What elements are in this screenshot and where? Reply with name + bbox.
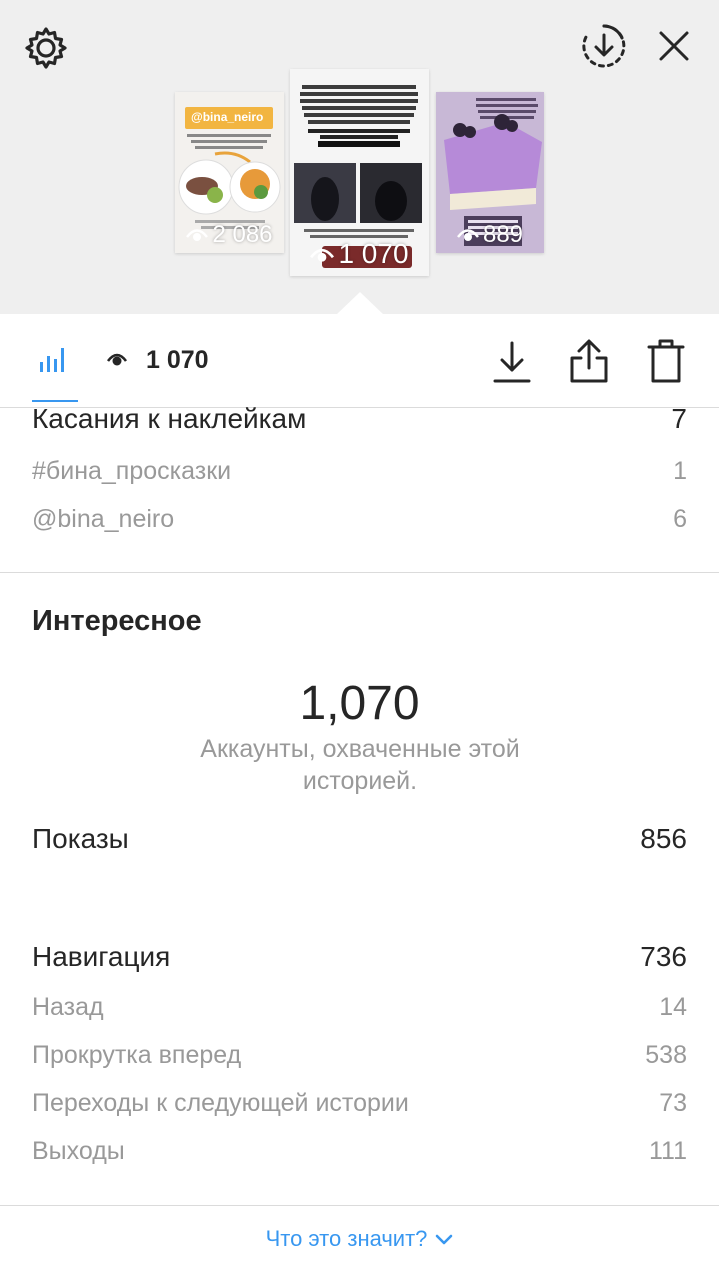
trash-icon[interactable] [646, 338, 686, 384]
download-icon[interactable] [492, 340, 532, 384]
sticker-tap-item: @bina_neiro 6 [32, 504, 687, 533]
sticker-taps-label: Касания к наклейкам [32, 403, 307, 434]
navigation-label: Навигация [32, 941, 171, 972]
navigation-item: Переходы к следующей истории 73 [32, 1088, 687, 1117]
close-icon[interactable] [652, 24, 696, 68]
insights-bars-icon[interactable] [38, 346, 68, 379]
eye-icon [456, 221, 479, 249]
viewers-button[interactable]: 1 070 [106, 346, 209, 375]
footer-divider [0, 1205, 719, 1206]
sticker-taps-value: 7 [671, 403, 687, 434]
sticker-tap-item: #бина_просказки 1 [32, 456, 687, 485]
story-views: 2 086 [175, 221, 284, 249]
eye-icon [186, 221, 209, 249]
navigation-value: 736 [640, 941, 687, 972]
eye-icon [310, 238, 335, 270]
selection-pointer [336, 292, 384, 315]
what-does-this-mean-link[interactable]: Что это значит? [0, 1226, 719, 1252]
section-title-discovery: Интересное [32, 605, 202, 637]
impressions-label: Показы [32, 823, 129, 854]
navigation-item: Назад 14 [32, 992, 687, 1021]
reach-description: Аккаунты, охваченные этой историей. [200, 735, 520, 795]
story-thumbnail[interactable]: @bina_neiro 2 086 [175, 92, 284, 253]
navigation-item: Прокрутка вперед 538 [32, 1040, 687, 1069]
eye-icon [106, 349, 128, 372]
download-circle-icon[interactable] [578, 20, 630, 72]
story-strip: @bina_neiro 2 086 1 070 889 [0, 0, 719, 315]
share-icon[interactable] [568, 338, 610, 384]
story-views: 1 070 [290, 238, 429, 270]
viewers-count: 1 070 [146, 346, 209, 374]
reach-count: 1,070 [299, 677, 420, 730]
impressions-row: Показы 856 [32, 820, 687, 858]
navigation-row: Навигация 736 [32, 938, 687, 976]
chevron-down-icon [435, 1226, 453, 1252]
section-divider [0, 572, 719, 573]
story-toolbar: 1 070 [0, 314, 719, 408]
navigation-item: Выходы 111 [32, 1136, 687, 1165]
impressions-value: 856 [640, 823, 687, 854]
story-views: 889 [436, 221, 544, 249]
story-thumbnail[interactable]: 889 [436, 92, 544, 253]
gear-icon[interactable] [22, 24, 70, 72]
story-thumbnail-selected[interactable]: 1 070 [290, 69, 429, 276]
sticker-taps-row: Касания к наклейкам 7 [32, 400, 687, 438]
story-handle: @bina_neiro [191, 110, 264, 124]
